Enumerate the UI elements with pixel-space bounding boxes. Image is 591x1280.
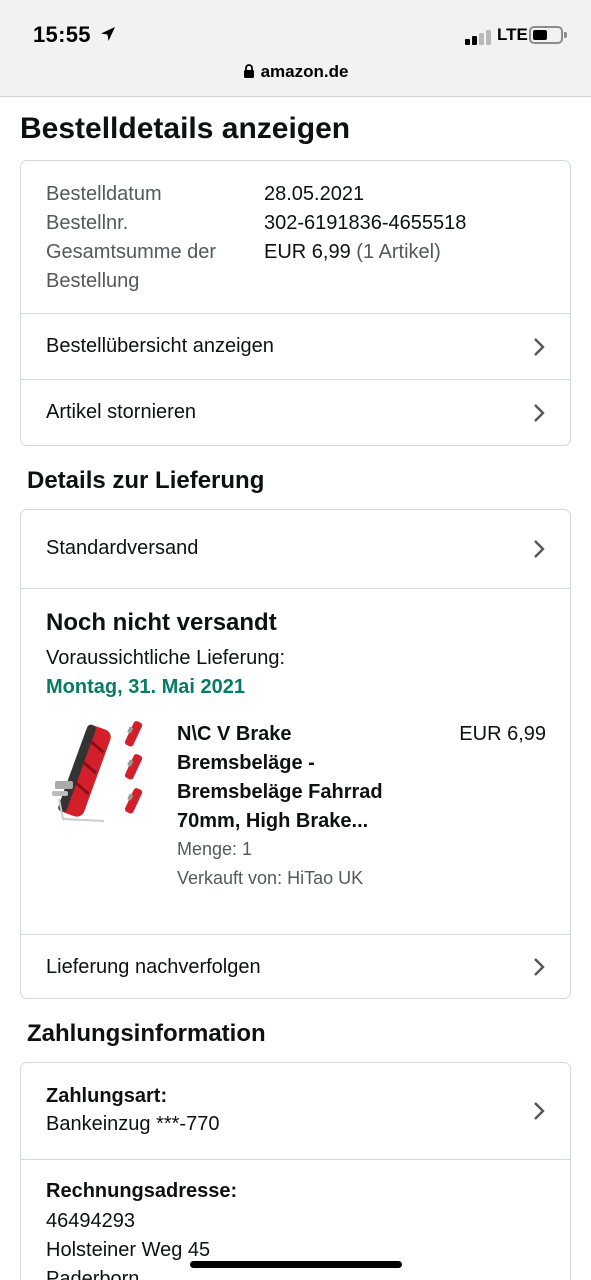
order-date-value: 28.05.2021 — [264, 183, 365, 205]
delivery-section-title: Details zur Lieferung — [27, 467, 265, 494]
browser-top-bar: 15:55 LTE amazon.de — [0, 0, 591, 97]
chevron-right-icon — [534, 338, 545, 356]
billing-address-line: Paderborn — [46, 1268, 140, 1280]
track-shipment-link[interactable]: Lieferung nachverfolgen — [21, 934, 570, 998]
lock-icon — [243, 64, 254, 78]
delivery-card: Standardversand Noch nicht versandt Vora… — [20, 509, 571, 999]
product-title-line: Bremsbeläge - — [177, 752, 315, 774]
product-title-line: 70mm, High Brake... — [177, 810, 369, 832]
chevron-right-icon — [534, 540, 545, 558]
address-bar[interactable]: amazon.de — [0, 62, 591, 82]
cancel-items-link[interactable]: Artikel stornieren — [21, 379, 570, 445]
billing-address-line: Holsteiner Weg 45 — [46, 1239, 211, 1261]
order-summary-link-label: Bestellübersicht anzeigen — [46, 335, 274, 357]
payment-section-title: Zahlungsinformation — [27, 1020, 266, 1047]
order-total-label: Gesamtsumme der Bestellung — [46, 238, 216, 296]
signal-icon — [465, 29, 493, 45]
track-shipment-label: Lieferung nachverfolgen — [46, 956, 261, 978]
home-indicator[interactable] — [190, 1261, 402, 1268]
order-item-count: (1 Artikel) — [356, 241, 441, 263]
billing-address-label: Rechnungsadresse: — [46, 1180, 238, 1202]
shipping-method-label: Standardversand — [46, 537, 199, 559]
product-price: EUR 6,99 — [459, 723, 546, 745]
product-thumbnail[interactable] — [49, 719, 149, 829]
product-seller: Verkauft von: HiTao UK — [177, 868, 364, 888]
product-quantity: Menge: 1 — [177, 839, 253, 859]
battery-icon — [529, 26, 567, 44]
shipment-block: Noch nicht versandt Voraussichtliche Lie… — [21, 588, 570, 934]
order-number-label: Bestellnr. — [46, 212, 129, 234]
eta-label: Voraussichtliche Lieferung: — [46, 647, 286, 669]
chevron-right-icon — [534, 1102, 545, 1120]
order-total-amount: EUR 6,99 — [264, 241, 351, 263]
product-title-line: Bremsbeläge Fahrrad — [177, 781, 383, 803]
payment-method-label: Zahlungsart: — [46, 1085, 168, 1107]
cancel-items-link-label: Artikel stornieren — [46, 401, 197, 423]
location-arrow-icon — [101, 27, 115, 41]
shipping-method-link[interactable]: Standardversand — [21, 510, 570, 588]
order-summary-link[interactable]: Bestellübersicht anzeigen — [21, 313, 570, 379]
product-title-line: N\C V Brake — [177, 723, 292, 745]
payment-card: Zahlungsart: Bankeinzug ***-770 Rechnung… — [20, 1062, 571, 1280]
page-title: Bestelldetails anzeigen — [20, 112, 351, 145]
order-number-value: 302-6191836-4655518 — [264, 212, 467, 234]
network-type: LTE — [497, 25, 528, 44]
payment-method-link[interactable]: Zahlungsart: Bankeinzug ***-770 — [21, 1063, 570, 1159]
eta-date: Montag, 31. Mai 2021 — [46, 676, 245, 698]
chevron-right-icon — [534, 404, 545, 422]
order-total-label-line2: Bestellung — [46, 270, 140, 292]
order-date-label: Bestelldatum — [46, 183, 162, 205]
order-total-value: EUR 6,99 (1 Artikel) — [264, 238, 441, 267]
chevron-right-icon — [534, 958, 545, 976]
order-total-label-line1: Gesamtsumme der — [46, 241, 217, 263]
status-time: 15:55 — [33, 22, 91, 47]
url-text: amazon.de — [260, 62, 349, 81]
product-title-link[interactable]: N\C V Brake Bremsbeläge - Bremsbeläge Fa… — [177, 720, 417, 836]
payment-method-value: Bankeinzug ***-770 — [46, 1113, 220, 1135]
billing-address-line: 46494293 — [46, 1210, 135, 1232]
shipment-status: Noch nicht versandt — [46, 609, 277, 636]
order-summary-card: Bestelldatum 28.05.2021 Bestellnr. 302-6… — [20, 160, 571, 446]
